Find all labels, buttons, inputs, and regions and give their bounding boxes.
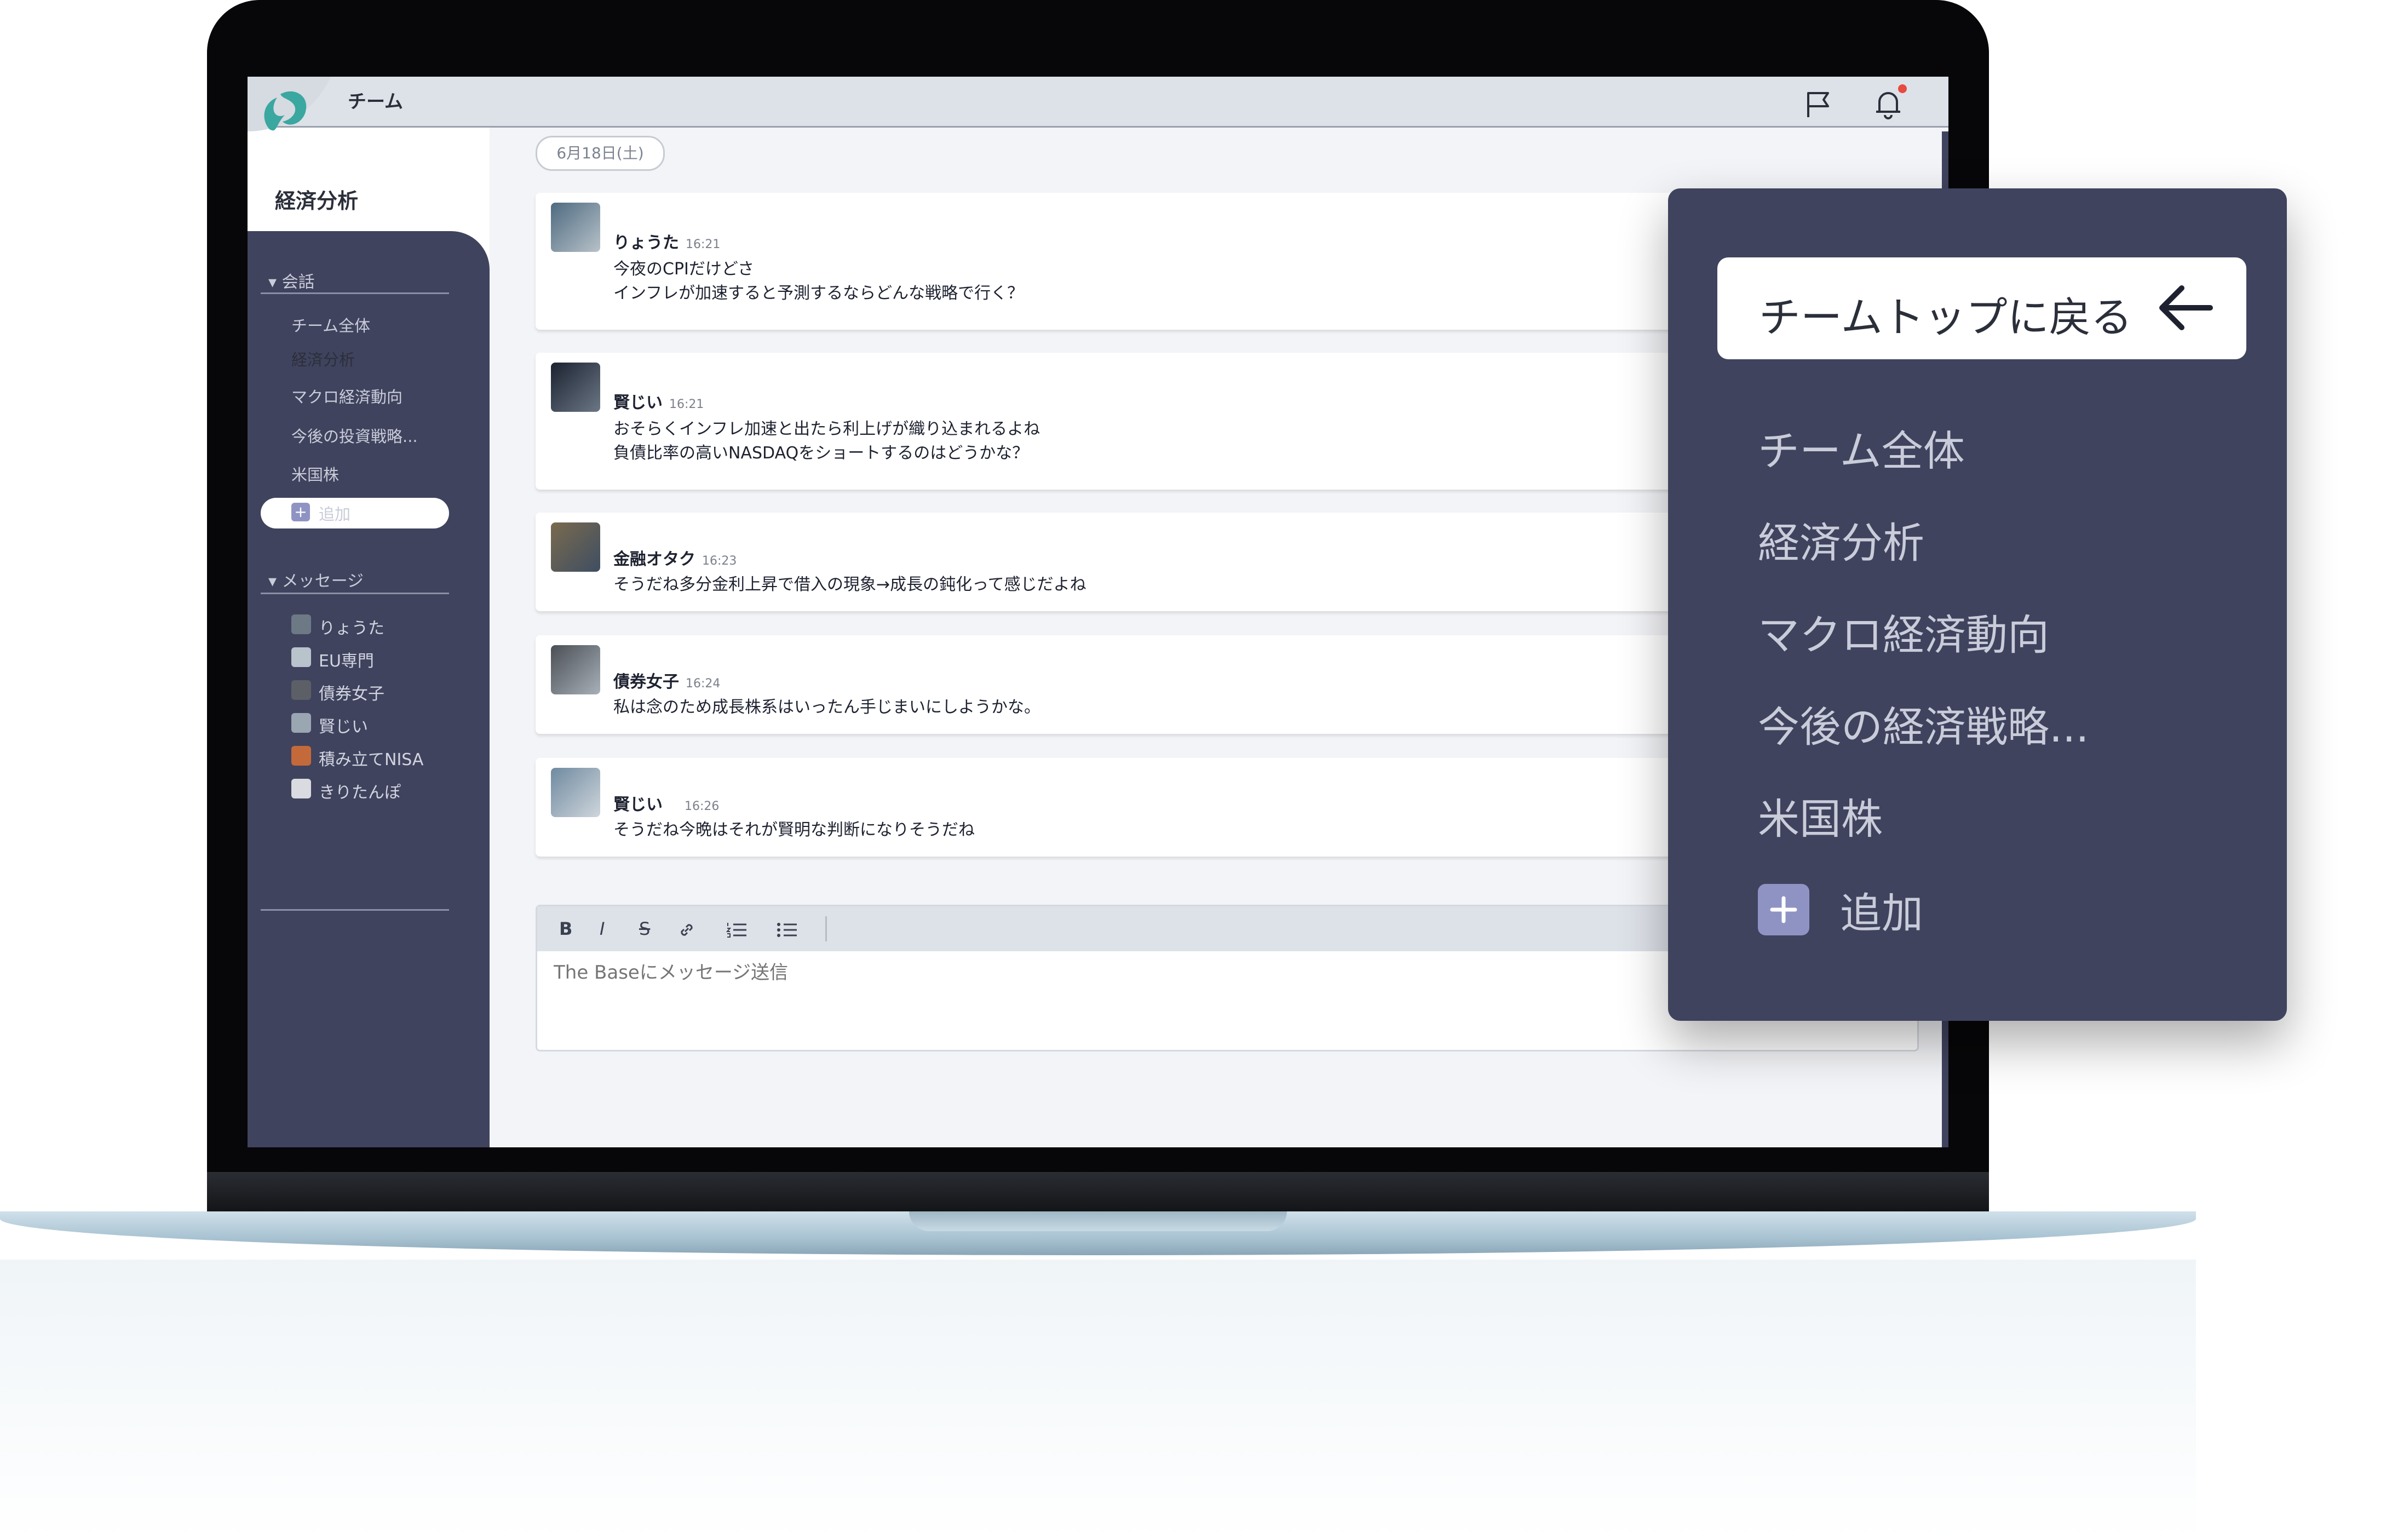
add-channel-icon[interactable]: + bbox=[291, 503, 310, 521]
sidebar-item-investment-strategy[interactable]: 今後の投資戦略... bbox=[291, 424, 418, 447]
dm-item-bond[interactable]: 債券女子 bbox=[319, 680, 384, 704]
message-author: 債券女子 16:24 bbox=[613, 668, 720, 692]
back-to-team-button[interactable]: チームトップに戻る bbox=[1717, 257, 2246, 359]
conversations-heading[interactable]: ▾ 会話 bbox=[268, 268, 315, 292]
panel-add-button[interactable]: 追加 bbox=[1840, 880, 1923, 940]
message-text: そうだね多分金利上昇で借入の現象→成長の鈍化って感じだよね bbox=[613, 575, 1086, 594]
sidebar-active-highlight bbox=[261, 498, 449, 528]
message-author: 賢じい 16:21 bbox=[613, 389, 704, 413]
sidebar-item-us-stocks[interactable]: 米国株 bbox=[291, 462, 339, 485]
message-text: 今夜のCPIだけどさ インフレが加速すると予測するならどんな戦略で行く？ bbox=[613, 260, 1024, 303]
message-time: 16:24 bbox=[686, 677, 721, 691]
panel-item-economic-analysis[interactable]: 経済分析 bbox=[1758, 509, 1924, 570]
sidebar-item-economic-analysis[interactable]: 経済分析 bbox=[291, 347, 355, 370]
strike-button[interactable]: S bbox=[639, 918, 650, 939]
sidebar-item-team-all[interactable]: チーム全体 bbox=[291, 313, 370, 336]
bold-button[interactable]: B bbox=[559, 918, 572, 939]
divider bbox=[261, 292, 449, 294]
author-name: 債券女子 bbox=[613, 673, 679, 692]
toolbar-divider bbox=[825, 916, 827, 941]
author-name: 賢じい bbox=[613, 795, 663, 814]
bullet-list-icon[interactable] bbox=[776, 921, 798, 939]
avatar bbox=[291, 779, 311, 798]
notification-dot bbox=[1898, 84, 1907, 93]
flag-icon[interactable] bbox=[1803, 89, 1835, 120]
channel-menu-panel: チームトップに戻る チーム全体 経済分析 マクロ経済動向 今後の経済戦略... … bbox=[1668, 188, 2287, 1021]
message-time: 16:23 bbox=[702, 554, 737, 568]
author-name: 金融オタク bbox=[613, 550, 695, 569]
channel-title: 経済分析 bbox=[275, 189, 359, 213]
sidebar: ▾ 会話 チーム全体 経済分析 マクロ経済動向 今後の投資戦略... 米国株 +… bbox=[248, 231, 490, 1147]
divider bbox=[261, 593, 449, 594]
panel-item-economic-strategy[interactable]: 今後の経済戦略... bbox=[1758, 693, 2089, 754]
avatar bbox=[291, 746, 311, 766]
add-channel-button[interactable]: 追加 bbox=[319, 502, 350, 525]
dm-item-eu[interactable]: EU専門 bbox=[319, 647, 374, 671]
message-time: 16:21 bbox=[669, 398, 704, 411]
avatar bbox=[551, 203, 600, 252]
app-logo-icon[interactable] bbox=[253, 81, 313, 141]
dm-item-nisa[interactable]: 積み立てNISA bbox=[319, 746, 423, 770]
sidebar-item-macro[interactable]: マクロ経済動向 bbox=[291, 384, 403, 407]
message-author: りょうた 16:21 bbox=[613, 229, 720, 253]
avatar bbox=[291, 647, 311, 667]
laptop-chin bbox=[207, 1172, 1989, 1216]
messages-heading-label: メッセージ bbox=[281, 572, 364, 591]
message-author: 賢じい 16:26 bbox=[613, 791, 719, 815]
ordered-list-icon[interactable] bbox=[726, 921, 748, 939]
italic-button[interactable]: I bbox=[600, 918, 605, 939]
message-text: おそらくインフレ加速と出たら利上げが織り込まれるよね 負債比率の高いNASDAQ… bbox=[613, 420, 1040, 463]
dm-item-kenjii[interactable]: 賢じい bbox=[319, 713, 368, 737]
avatar bbox=[291, 713, 311, 733]
arrow-left-icon bbox=[2159, 285, 2213, 330]
panel-item-us-stocks[interactable]: 米国株 bbox=[1758, 785, 1883, 846]
avatar bbox=[551, 363, 600, 412]
dm-item-kiritanpo[interactable]: きりたんぽ bbox=[319, 779, 401, 803]
laptop-notch bbox=[909, 1211, 1287, 1231]
author-name: りょうた bbox=[613, 233, 679, 252]
dm-item-ryota[interactable]: りょうた bbox=[319, 614, 384, 639]
add-channel-icon[interactable] bbox=[1758, 884, 1809, 935]
message-input[interactable] bbox=[553, 961, 1650, 984]
team-title: チーム bbox=[348, 91, 403, 113]
avatar bbox=[291, 680, 311, 700]
message-text: そうだね今晩はそれが賢明な判断になりそうだね bbox=[613, 820, 975, 840]
avatar bbox=[551, 768, 600, 817]
link-icon[interactable] bbox=[677, 921, 696, 939]
message-time: 16:21 bbox=[686, 238, 721, 251]
avatar bbox=[551, 522, 600, 572]
message-text: 私は念のため成長株系はいったん手じまいにしようかな。 bbox=[613, 698, 1040, 717]
avatar bbox=[551, 645, 600, 694]
author-name: 賢じい bbox=[613, 393, 663, 412]
divider bbox=[261, 909, 449, 911]
panel-item-team-all[interactable]: チーム全体 bbox=[1758, 417, 1965, 478]
back-to-team-label: チームトップに戻る bbox=[1759, 293, 2132, 342]
conversations-heading-label: 会話 bbox=[281, 273, 315, 292]
laptop-reflection bbox=[0, 1260, 2196, 1540]
top-bar: チーム bbox=[248, 77, 1948, 128]
message-author: 金融オタク 16:23 bbox=[613, 545, 737, 570]
message-time: 16:26 bbox=[685, 800, 720, 813]
panel-item-macro[interactable]: マクロ経済動向 bbox=[1758, 601, 2049, 662]
messages-heading[interactable]: ▾ メッセージ bbox=[268, 567, 364, 591]
date-divider: 6月18日(土) bbox=[536, 136, 665, 171]
avatar bbox=[291, 614, 311, 634]
